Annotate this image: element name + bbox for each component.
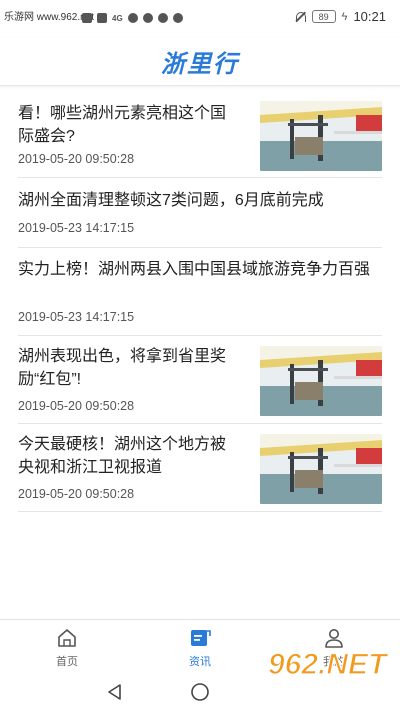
news-date: 2019-05-20 09:50:28 xyxy=(18,152,135,166)
stamp-subtitle: 乐游网 xyxy=(308,683,362,704)
back-icon[interactable] xyxy=(105,682,125,702)
news-item[interactable]: 看！哪些湖州元素亮相这个国际盛会? 2019-05-20 09:50:28 xyxy=(18,88,382,178)
app-logo-title: 浙里行 xyxy=(161,51,239,78)
status-watermark: 乐游网 www.962.net xyxy=(4,12,95,23)
tab-home[interactable]: 首页 xyxy=(27,620,107,673)
news-thumbnail xyxy=(260,101,382,171)
status-right: 89 ϟ 10:21 xyxy=(294,9,386,24)
charging-icon: ϟ xyxy=(341,10,348,23)
tab-news[interactable]: 资讯 xyxy=(160,620,240,673)
tab-news-label: 资讯 xyxy=(189,656,211,668)
news-title: 湖州全面清理整顿这7类问题，6月底前完成 xyxy=(18,192,324,209)
news-title: 看！哪些湖州元素亮相这个国际盛会? xyxy=(18,105,227,145)
news-icon xyxy=(191,630,211,646)
home-icon xyxy=(58,629,76,647)
stamp-brand: 962.NET xyxy=(268,648,389,681)
watermark-stamp: 962.NET 乐游网 xyxy=(264,638,392,706)
news-item[interactable]: 今天最硬核！湖州这个地方被央视和浙江卫视报道 2019-05-20 09:50:… xyxy=(18,424,382,512)
news-title: 湖州表现出色，将拿到省里奖励“红包”! xyxy=(18,348,227,388)
news-item[interactable]: 实力上榜！湖州两县入围中国县域旅游竞争力百强 2019-05-23 14:17:… xyxy=(18,248,382,336)
news-thumbnail xyxy=(260,434,382,504)
sync-icon xyxy=(157,13,168,23)
battery-indicator: 89 xyxy=(311,10,336,23)
mute-bell-icon xyxy=(294,11,306,23)
app-header: 浙里行 xyxy=(0,38,400,86)
shield-icon xyxy=(172,13,183,23)
wifi-icon xyxy=(127,13,138,23)
tab-home-label: 首页 xyxy=(56,656,78,668)
status-time: 10:21 xyxy=(353,9,386,24)
status-bar: 乐游网 www.962.net 4G 89 ϟ 10:21 xyxy=(0,0,400,38)
news-date: 2019-05-20 09:50:28 xyxy=(18,399,135,413)
news-title: 实力上榜！湖州两县入围中国县域旅游竞争力百强 xyxy=(18,261,371,278)
news-item[interactable]: 湖州全面清理整顿这7类问题，6月底前完成 2019-05-23 14:17:15 xyxy=(18,178,382,248)
app-icon xyxy=(97,13,107,23)
network-type: 4G xyxy=(112,13,123,23)
news-list: 看！哪些湖州元素亮相这个国际盛会? 2019-05-20 09:50:28 湖州… xyxy=(18,88,382,512)
status-icons: 4G xyxy=(82,13,183,23)
news-title: 今天最硬核！湖州这个地方被央视和浙江卫视报道 xyxy=(18,436,227,476)
home-button-icon[interactable] xyxy=(189,681,211,703)
news-thumbnail xyxy=(260,346,382,416)
news-item[interactable]: 湖州表现出色，将拿到省里奖励“红包”! 2019-05-20 09:50:28 xyxy=(18,336,382,424)
notification-icon xyxy=(82,13,92,23)
news-date: 2019-05-20 09:50:28 xyxy=(18,487,135,501)
news-date: 2019-05-23 14:17:15 xyxy=(18,310,135,324)
app-badge-icon xyxy=(142,13,153,23)
news-date: 2019-05-23 14:17:15 xyxy=(18,221,135,235)
